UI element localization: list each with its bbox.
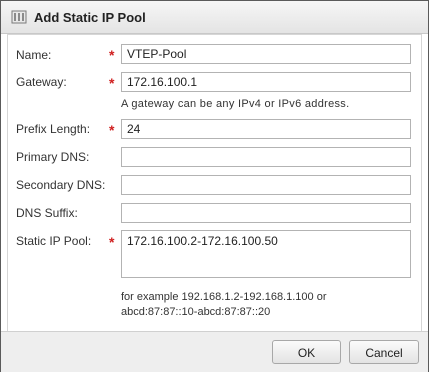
dialog-title: Add Static IP Pool	[34, 10, 146, 25]
prefix-length-label: Prefix Length:	[16, 122, 91, 136]
name-input[interactable]	[121, 44, 411, 64]
gateway-required-marker: *	[109, 75, 115, 91]
gateway-hint: A gateway can be any IPv4 or IPv6 addres…	[121, 98, 350, 110]
dialog-footer: OK Cancel	[1, 331, 428, 372]
static-ip-pool-example: for example 192.168.1.2-192.168.1.100 or…	[121, 290, 326, 320]
ok-button[interactable]: OK	[272, 340, 341, 364]
example-line-2: abcd:87:87::10-abcd:87:87::20	[121, 306, 271, 318]
example-line-1: for example 192.168.1.2-192.168.1.100 or	[121, 291, 327, 303]
primary-dns-label: Primary DNS:	[16, 150, 90, 164]
static-ip-pool-required-marker: *	[109, 234, 115, 250]
dns-suffix-label: DNS Suffix:	[16, 206, 78, 220]
network-pool-icon	[11, 9, 27, 25]
primary-dns-input[interactable]	[121, 147, 411, 167]
dialog-titlebar[interactable]: Add Static IP Pool	[1, 1, 428, 34]
secondary-dns-label: Secondary DNS:	[16, 178, 106, 192]
add-static-ip-pool-dialog: Add Static IP Pool Name: * Gateway: * A …	[0, 0, 429, 372]
static-ip-pool-label: Static IP Pool:	[16, 234, 92, 248]
static-ip-pool-textarea[interactable]: 172.16.100.2-172.16.100.50	[121, 230, 411, 278]
name-required-marker: *	[109, 47, 115, 63]
form-panel: Name: * Gateway: * A gateway can be any …	[7, 34, 422, 332]
prefix-length-input[interactable]	[121, 119, 411, 139]
gateway-input[interactable]	[121, 72, 411, 92]
cancel-button[interactable]: Cancel	[349, 340, 419, 364]
name-label: Name:	[16, 48, 52, 62]
gateway-label: Gateway:	[16, 75, 67, 89]
dns-suffix-input[interactable]	[121, 203, 411, 223]
prefix-length-required-marker: *	[109, 122, 115, 138]
secondary-dns-input[interactable]	[121, 175, 411, 195]
